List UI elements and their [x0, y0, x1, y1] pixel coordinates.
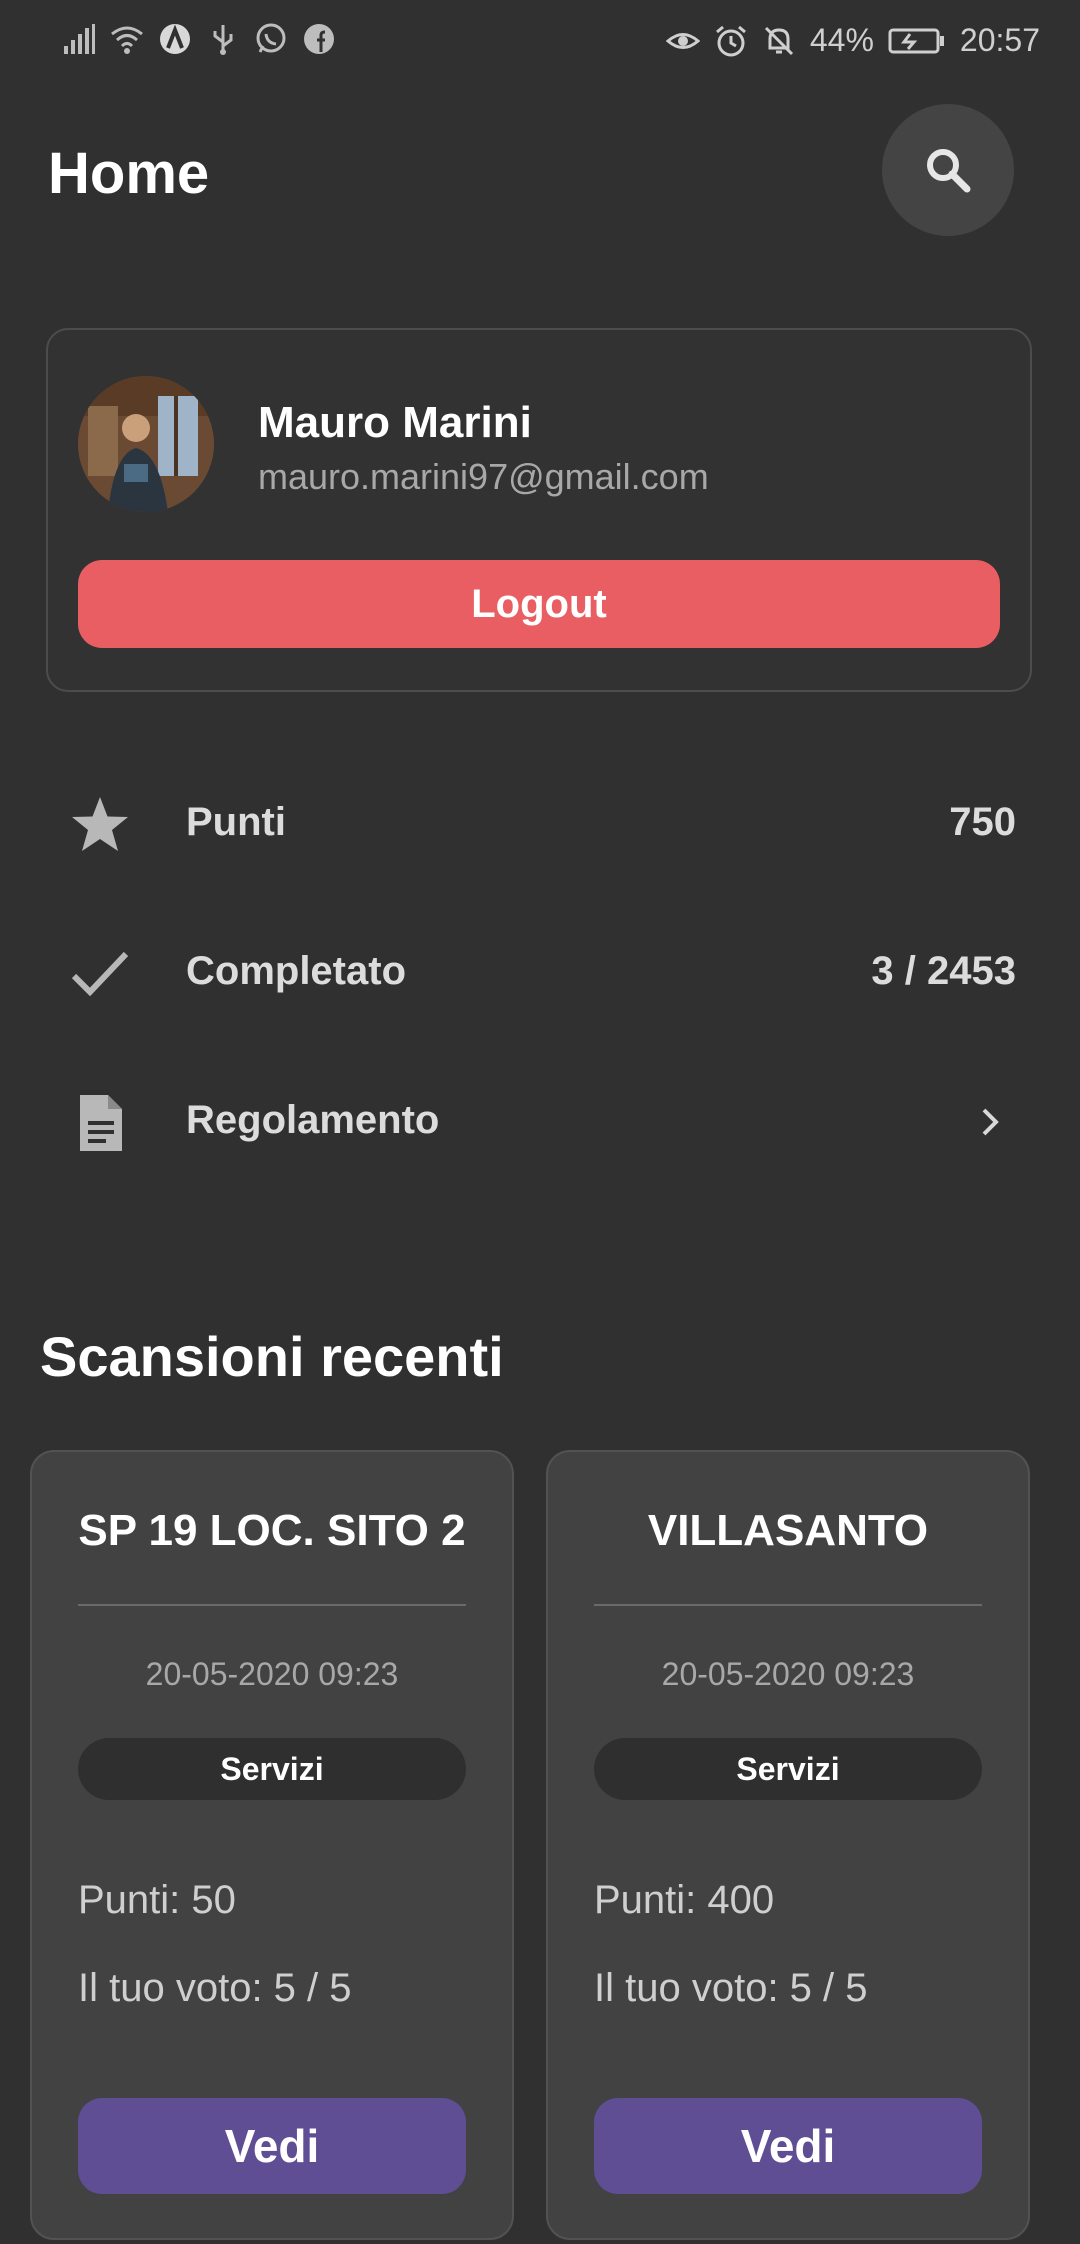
- battery-percent: 44%: [809, 22, 874, 58]
- logout-button[interactable]: Logout: [78, 560, 1000, 648]
- user-email: mauro.marini97@gmail.com: [258, 456, 709, 497]
- battery-icon: [888, 24, 946, 58]
- category-chip: Servizi: [594, 1738, 982, 1800]
- page-title: Home: [48, 141, 210, 206]
- search-button[interactable]: [882, 104, 1014, 236]
- completed-label: Completato: [186, 949, 406, 993]
- points-row: Punti 750: [0, 768, 1080, 878]
- search-icon: [927, 149, 971, 193]
- wifi-icon: [110, 22, 144, 56]
- points-value: 750: [949, 800, 1016, 844]
- chevron-right-icon: [970, 1102, 1010, 1142]
- user-name: Mauro Marini: [258, 398, 532, 447]
- alarm-icon: [714, 24, 748, 58]
- divider: [78, 1604, 466, 1606]
- view-button[interactable]: Vedi: [78, 2098, 466, 2194]
- whatsapp-icon: [254, 22, 288, 56]
- rules-row[interactable]: Regolamento: [0, 1066, 1080, 1176]
- scan-points: Punti: 50: [78, 1878, 236, 1922]
- scan-title: SP 19 LOC. SITO 2: [78, 1506, 466, 1555]
- completed-row: Completato 3 / 2453: [0, 917, 1080, 1027]
- view-button[interactable]: Vedi: [594, 2098, 982, 2194]
- app-a-icon: [158, 22, 192, 56]
- scan-date: 20-05-2020 09:23: [661, 1656, 915, 1692]
- rules-label: Regolamento: [186, 1098, 440, 1142]
- category-chip: Servizi: [78, 1738, 466, 1800]
- notifications-off-icon: [762, 24, 796, 58]
- scan-card: VILLASANTO 20-05-2020 09:23 Servizi Punt…: [546, 1450, 1030, 2240]
- star-icon: [70, 795, 130, 855]
- facebook-icon: [302, 22, 336, 56]
- completed-value: 3 / 2453: [871, 949, 1016, 993]
- document-icon: [70, 1093, 130, 1153]
- scan-vote: Il tuo voto: 5 / 5: [594, 1966, 868, 2010]
- scan-vote: Il tuo voto: 5 / 5: [78, 1966, 352, 2010]
- section-title: Scansioni recenti: [40, 1325, 504, 1388]
- scan-points: Punti: 400: [594, 1878, 775, 1922]
- scan-title: VILLASANTO: [647, 1506, 929, 1555]
- scan-date: 20-05-2020 09:23: [145, 1656, 399, 1692]
- scan-card: SP 19 LOC. SITO 2 20-05-2020 09:23 Servi…: [30, 1450, 514, 2240]
- divider: [594, 1604, 982, 1606]
- clock: 20:57: [959, 22, 1040, 58]
- signal-icon: [62, 22, 96, 56]
- check-icon: [70, 944, 130, 1004]
- usb-icon: [206, 22, 240, 56]
- profile-card: Mauro Marini mauro.marini97@gmail.com Lo…: [46, 328, 1032, 692]
- status-bar: 44% 20:57: [0, 0, 1080, 86]
- points-label: Punti: [186, 800, 286, 844]
- eye-icon: [665, 24, 700, 58]
- avatar[interactable]: [78, 376, 214, 512]
